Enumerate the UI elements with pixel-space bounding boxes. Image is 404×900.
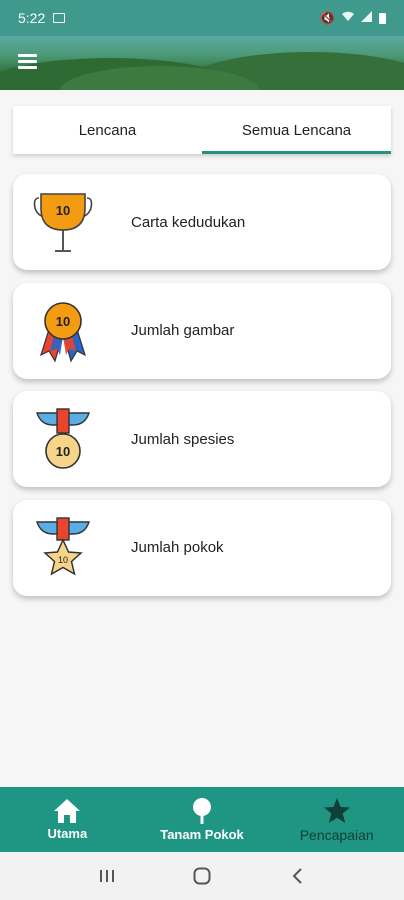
system-navigation-bar (0, 852, 404, 900)
recent-apps-icon[interactable] (92, 861, 122, 891)
wifi-icon (341, 11, 355, 25)
badge-list: 10 Carta kedudukan 10 Jumlah gambar 10 J… (13, 174, 391, 608)
bottom-navigation: Utama Tanam Pokok Pencapaian (0, 787, 404, 852)
nav-label: Tanam Pokok (160, 827, 244, 842)
tab-label: Lencana (78, 121, 137, 139)
badge-number: 10 (56, 444, 70, 459)
nav-utama[interactable]: Utama (0, 787, 135, 852)
badge-label: Jumlah gambar (131, 322, 235, 339)
badge-label: Jumlah pokok (131, 539, 224, 556)
star-icon (323, 797, 350, 823)
status-icons: 🔇 (320, 11, 386, 25)
badge-label: Jumlah spesies (131, 430, 235, 448)
home-icon (54, 799, 81, 823)
badge-card-species[interactable]: 10 Jumlah spesies (13, 391, 391, 487)
tab-label: Semua Lencana (241, 121, 352, 139)
status-time: 5:22 (18, 10, 46, 26)
star-medal-icon: 10 (36, 516, 90, 576)
nav-tanam-pokok[interactable]: Tanam Pokok (135, 787, 270, 852)
badge-card-leaderboard[interactable]: 10 Carta kedudukan (13, 174, 391, 270)
nav-pencapaian[interactable]: Pencapaian (269, 787, 404, 852)
badge-card-photos[interactable]: 10 Jumlah gambar (13, 282, 391, 379)
badge-card-trees[interactable]: 10 Jumlah pokok (13, 499, 391, 596)
trophy-icon: 10 (33, 193, 93, 252)
medal-icon: 10 (36, 408, 90, 469)
badge-label: Carta kedudukan (131, 213, 246, 231)
tab-lencana[interactable]: Lencana (13, 106, 202, 154)
mute-icon: 🔇 (320, 11, 335, 25)
badge-number: 10 (56, 314, 70, 329)
ribbon-medal-icon: 10 (40, 301, 86, 362)
image-notification-icon (53, 13, 66, 23)
signal-icon (361, 11, 373, 25)
battery-icon (379, 12, 386, 24)
tree-icon (193, 798, 211, 824)
nav-label: Utama (47, 826, 88, 841)
badge-number: 10 (58, 555, 68, 565)
app-header (0, 36, 404, 90)
menu-icon[interactable] (18, 54, 38, 70)
badge-number: 10 (56, 203, 70, 218)
back-icon[interactable] (282, 861, 312, 891)
status-bar: 5:22 🔇 (0, 0, 404, 36)
tab-bar: Lencana Semua Lencana (13, 106, 391, 154)
home-button-icon[interactable] (187, 861, 217, 891)
tab-semua-lencana[interactable]: Semua Lencana (202, 106, 391, 154)
nav-label: Pencapaian (299, 826, 374, 843)
